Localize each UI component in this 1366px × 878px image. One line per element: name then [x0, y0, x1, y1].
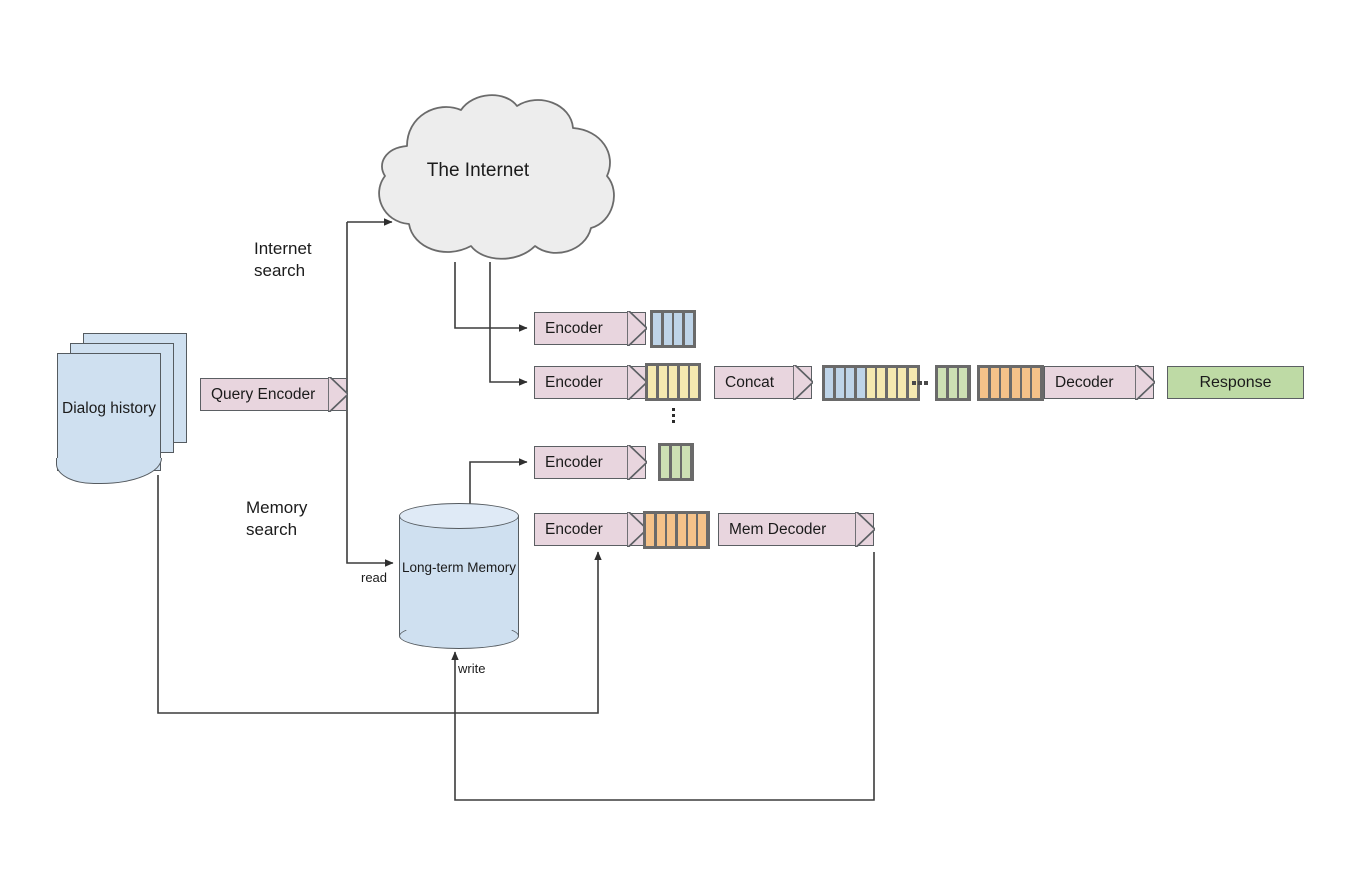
cylinder-bottom: [399, 623, 519, 649]
token-bar: [856, 368, 865, 398]
token-bar: [877, 368, 886, 398]
horizontal-ellipsis-icon: [912, 381, 928, 385]
token-bar: [1001, 368, 1010, 398]
dialog-history-label: Dialog history: [62, 399, 156, 417]
token-bar: [866, 368, 875, 398]
cloud-icon: [378, 94, 615, 260]
token-bar: [835, 368, 844, 398]
token-block-green: [658, 443, 694, 481]
decoder-node[interactable]: Decoder: [1044, 365, 1155, 400]
encoder-1-label: Encoder: [545, 319, 603, 337]
encoder-3-node[interactable]: Encoder: [534, 445, 647, 480]
mem-decoder-label: Mem Decoder: [729, 520, 827, 538]
token-bar: [684, 313, 693, 345]
token-bar: [1021, 368, 1030, 398]
query-encoder-label: Query Encoder: [211, 385, 316, 403]
token-bar: [898, 368, 907, 398]
token-bar: [677, 514, 686, 546]
token-bar: [656, 514, 665, 546]
token-bar: [887, 368, 896, 398]
token-block-orange: [643, 511, 710, 549]
token-bar: [646, 514, 655, 546]
response-node[interactable]: Response: [1167, 366, 1304, 399]
token-bar: [990, 368, 999, 398]
chevron-right-icon: [327, 377, 348, 412]
cylinder-top: [399, 503, 519, 529]
token-bar: [825, 368, 834, 398]
chevron-right-icon: [626, 365, 647, 400]
dialog-history-node: Dialog history: [56, 333, 189, 484]
long-term-memory-node: Long-term Memory: [399, 503, 519, 649]
token-bar: [671, 446, 680, 478]
read-label: read: [361, 570, 388, 585]
encoder-4-label: Encoder: [545, 520, 603, 538]
encoder-2-node[interactable]: Encoder: [534, 365, 647, 400]
token-bar: [669, 366, 678, 398]
chevron-right-icon: [1134, 365, 1155, 400]
concat-token-block-orange: [977, 365, 1044, 401]
wire-memory-search: [346, 393, 394, 567]
token-bar: [674, 313, 683, 345]
vertical-ellipsis-icon: [672, 408, 675, 423]
token-bar: [698, 514, 707, 546]
internet-cloud-label: The Internet: [426, 160, 530, 181]
decoder-label: Decoder: [1055, 373, 1114, 391]
token-bar: [687, 514, 696, 546]
token-block-blue: [650, 310, 696, 348]
wire-memory-encoder3: [469, 458, 528, 505]
chevron-right-icon: [854, 512, 875, 547]
token-bar: [689, 366, 698, 398]
mem-decoder-node[interactable]: Mem Decoder: [718, 512, 875, 547]
chevron-right-icon: [792, 365, 813, 400]
encoder-2-label: Encoder: [545, 373, 603, 391]
token-bar: [653, 313, 662, 345]
token-bar: [938, 368, 947, 398]
concat-token-block-green: [935, 365, 971, 401]
response-label: Response: [1199, 373, 1272, 391]
chevron-right-icon: [626, 311, 647, 346]
token-bar: [661, 446, 670, 478]
token-bar: [1011, 368, 1020, 398]
query-encoder-node[interactable]: Query Encoder: [200, 377, 348, 412]
internet-search-label: Internet search: [254, 239, 312, 281]
token-bar: [682, 446, 691, 478]
chevron-right-icon: [626, 445, 647, 480]
token-bar: [980, 368, 989, 398]
token-bar: [663, 313, 672, 345]
concat-token-block-blue-yellow: [822, 365, 920, 401]
long-term-memory-label: Long-term Memory: [401, 560, 517, 575]
token-bar: [959, 368, 968, 398]
token-block-yellow: [645, 363, 702, 401]
diagram-canvas: Dialog history Query Encoder The Interne…: [0, 0, 1366, 878]
concat-node[interactable]: Concat: [714, 365, 813, 400]
token-bar: [658, 366, 667, 398]
encoder-3-label: Encoder: [545, 453, 603, 471]
token-bar: [1032, 368, 1041, 398]
wire-dialog-encoder4: [157, 475, 602, 714]
encoder-4-node[interactable]: Encoder: [534, 512, 647, 547]
token-bar: [846, 368, 855, 398]
token-bar: [648, 366, 657, 398]
dialog-history-sheet-front: Dialog history: [56, 353, 162, 484]
encoder-1-node[interactable]: Encoder: [534, 311, 647, 346]
wire-cloud-encoder2: [489, 262, 528, 386]
connector-layer: [157, 218, 875, 801]
write-label: write: [458, 661, 486, 676]
memory-search-label: Memory search: [246, 498, 308, 540]
token-bar: [948, 368, 957, 398]
token-bar: [679, 366, 688, 398]
token-bar: [667, 514, 676, 546]
concat-label: Concat: [725, 373, 775, 391]
internet-cloud-node: The Internet: [333, 88, 623, 278]
